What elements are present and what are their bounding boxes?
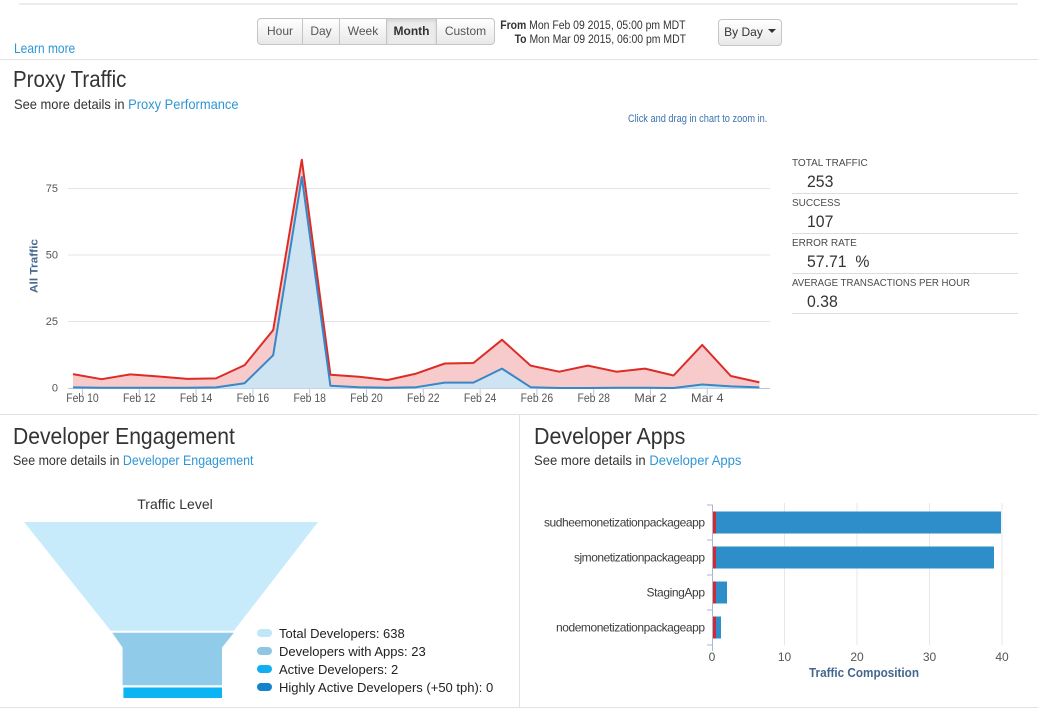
svg-text:nodemonetizationpackageapp: nodemonetizationpackageapp bbox=[556, 621, 705, 635]
svg-text:Mar 2: Mar 2 bbox=[634, 393, 667, 405]
svg-text:StagingApp: StagingApp bbox=[647, 586, 706, 600]
svg-text:10: 10 bbox=[778, 650, 792, 664]
svg-text:0: 0 bbox=[709, 650, 716, 664]
svg-text:Feb 12: Feb 12 bbox=[123, 393, 156, 405]
svg-text:50: 50 bbox=[46, 250, 58, 262]
svg-text:Feb 24: Feb 24 bbox=[464, 393, 497, 405]
svg-text:Mar 4: Mar 4 bbox=[691, 393, 724, 405]
svg-text:Feb 20: Feb 20 bbox=[350, 393, 383, 405]
svg-text:sjmonetizationpackageapp: sjmonetizationpackageapp bbox=[574, 551, 705, 565]
svg-text:Feb 16: Feb 16 bbox=[237, 393, 270, 405]
svg-text:20: 20 bbox=[850, 650, 864, 664]
svg-text:Feb 18: Feb 18 bbox=[293, 393, 326, 405]
svg-text:30: 30 bbox=[923, 650, 937, 664]
svg-text:Feb 22: Feb 22 bbox=[407, 393, 440, 405]
svg-text:40: 40 bbox=[995, 650, 1009, 664]
svg-text:Feb 26: Feb 26 bbox=[521, 393, 554, 405]
svg-text:Traffic Composition: Traffic Composition bbox=[809, 665, 919, 680]
svg-text:Feb 14: Feb 14 bbox=[180, 393, 213, 405]
svg-text:All Traffic: All Traffic bbox=[29, 239, 41, 293]
svg-text:sudheemonetizationpackageapp: sudheemonetizationpackageapp bbox=[544, 516, 705, 530]
svg-text:75: 75 bbox=[46, 183, 58, 195]
svg-text:Feb 10: Feb 10 bbox=[66, 393, 99, 405]
svg-text:0: 0 bbox=[52, 383, 58, 395]
svg-text:Feb 28: Feb 28 bbox=[577, 393, 610, 405]
svg-text:25: 25 bbox=[46, 316, 58, 328]
